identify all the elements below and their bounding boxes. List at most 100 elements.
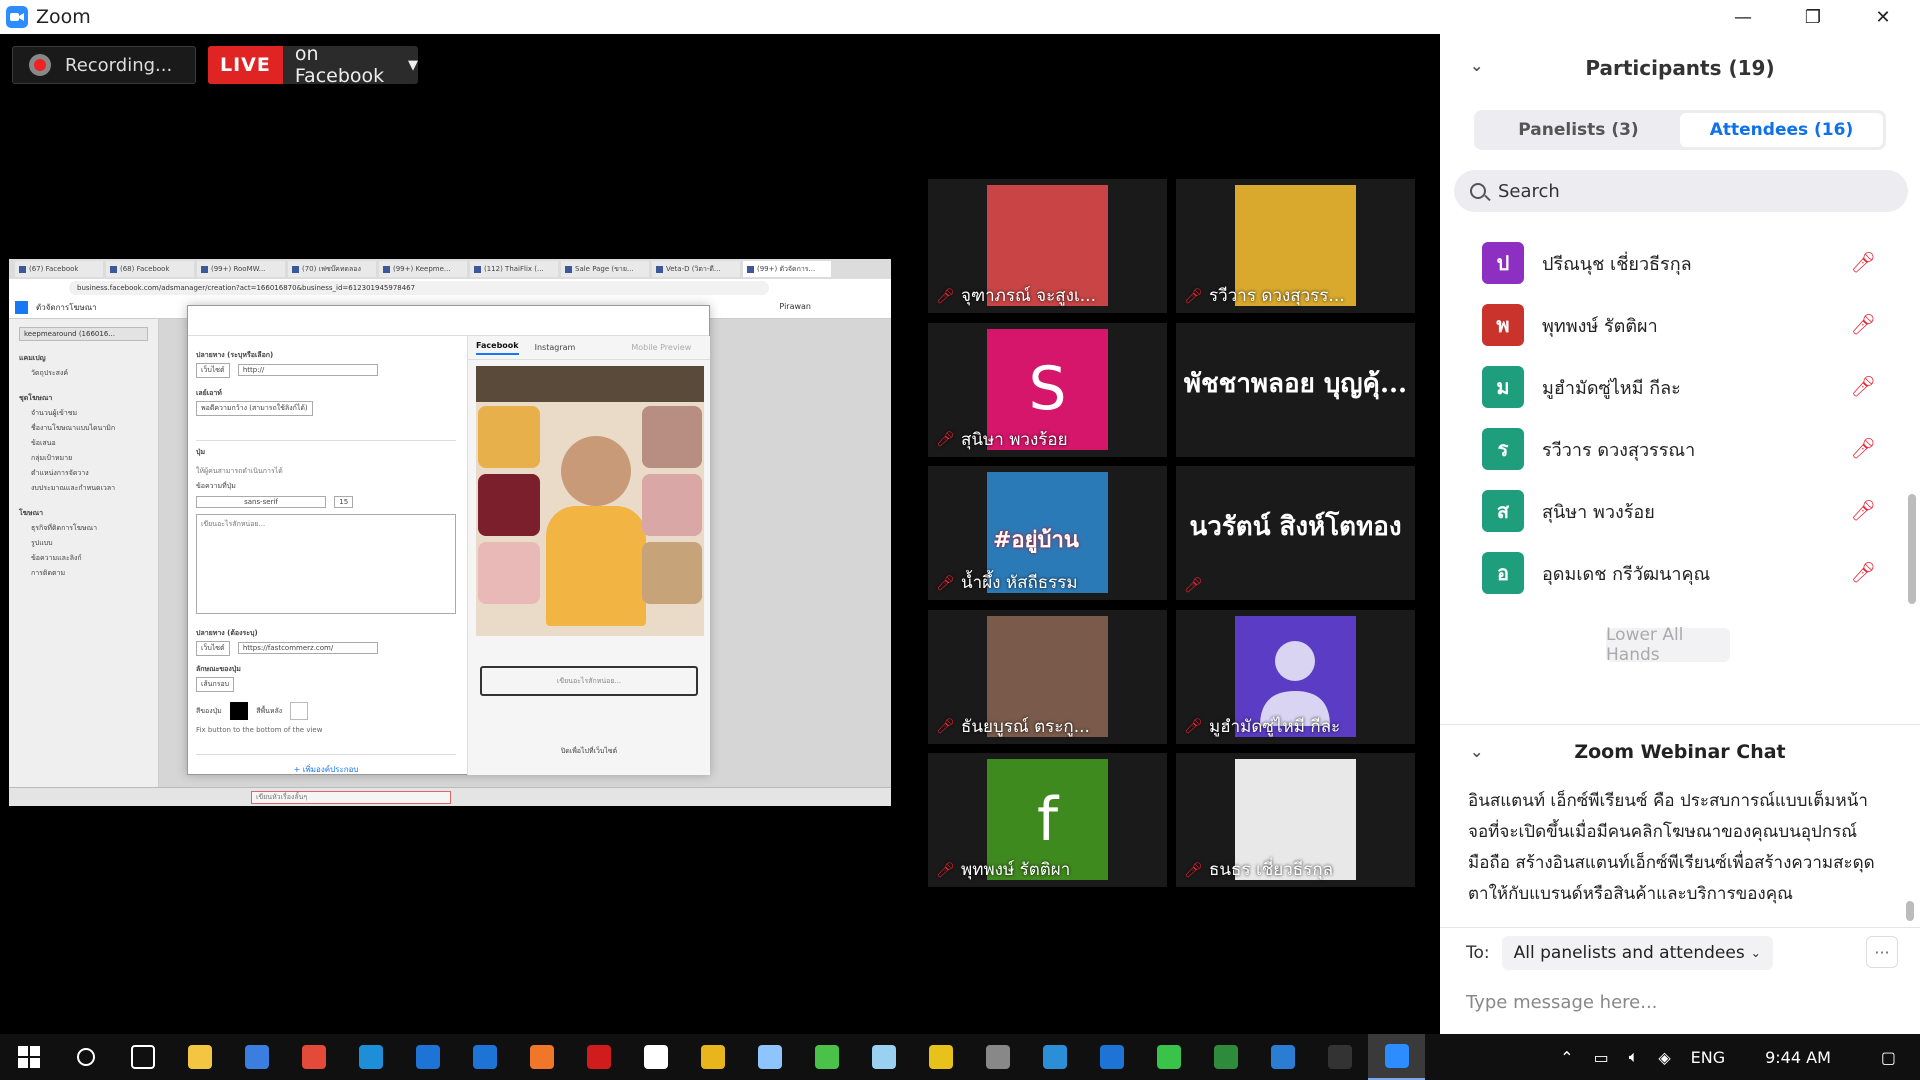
participant-row[interactable]: พ พุทพงษ์ รัตติผา 🎤︎ <box>1440 294 1906 356</box>
participant-name: สุนิษา พวงร้อย <box>961 429 1068 450</box>
task-view-taskbar-button[interactable] <box>114 1034 171 1080</box>
vscode-taskbar-button[interactable] <box>1254 1034 1311 1080</box>
video-tile[interactable]: 🎤︎ รวีวาร ดวงสุวรร... <box>1176 179 1415 313</box>
maximize-button[interactable]: ❐ <box>1778 0 1848 34</box>
zoom-taskbar-button[interactable] <box>1368 1034 1425 1080</box>
chevron-down-icon[interactable]: ⌄ <box>1470 56 1483 75</box>
clock[interactable]: 9:44 AM <box>1765 1048 1831 1067</box>
chat-more-button[interactable]: ··· <box>1866 936 1898 968</box>
xbox-taskbar-button[interactable] <box>1197 1034 1254 1080</box>
browser-tab-label: (67) Facebook <box>29 265 79 273</box>
photo-caption: #อยู่บ้าน <box>993 528 1079 553</box>
recipient-dropdown[interactable]: All panelists and attendees ⌄ <box>1501 935 1773 970</box>
button-color-swatch <box>229 702 248 720</box>
close-button[interactable]: ✕ <box>1848 0 1918 34</box>
muted-mic-icon[interactable]: 🎤︎ <box>1851 250 1876 274</box>
video-tile[interactable]: f 🎤︎ พุทพงษ์ รัตติผา <box>928 753 1167 887</box>
battery-icon[interactable]: ▭ <box>1594 1048 1609 1067</box>
participant-name-label: 🎤︎ มูฮำมัดซู่ไหมี กีละ <box>1184 713 1340 740</box>
fb-toolbar-title: ตัวจัดการโฆษณา <box>36 303 97 312</box>
avatar: อ <box>1482 552 1524 594</box>
muted-mic-icon[interactable]: 🎤︎ <box>1851 560 1876 584</box>
firefox-taskbar-button[interactable] <box>513 1034 570 1080</box>
chrome-taskbar-button[interactable] <box>684 1034 741 1080</box>
muted-mic-icon[interactable]: 🎤︎ <box>1851 374 1876 398</box>
preview-panel: Facebook Instagram Mobile Preview เขียนอ… <box>467 336 710 775</box>
line-taskbar-button[interactable] <box>1140 1034 1197 1080</box>
participant-row[interactable]: ป ปรีณนุช เชี่ยวธีรกุล 🎤︎ <box>1440 232 1906 294</box>
paint-taskbar-button[interactable] <box>741 1034 798 1080</box>
file-explorer-taskbar-button[interactable] <box>171 1034 228 1080</box>
chat-scroll-thumb[interactable] <box>1906 901 1914 921</box>
live-stream-dropdown[interactable]: LIVE on Facebook ▼ <box>208 43 418 87</box>
participant-name: ปรีณนุช เชี่ยวธีรกุล <box>1542 253 1692 275</box>
chevron-down-icon[interactable]: ⌄ <box>1470 742 1483 761</box>
tank-taskbar-button[interactable] <box>969 1034 1026 1080</box>
minimize-icon: — <box>1734 6 1752 28</box>
video-tile[interactable]: 🎤︎ ธันยบูรณ์ ตระกู... <box>928 609 1167 744</box>
participants-title: Participants (19) <box>1585 56 1775 80</box>
muted-mic-icon: 🎤︎ <box>936 717 956 735</box>
gift-taskbar-button[interactable] <box>285 1034 342 1080</box>
participant-scrollbar[interactable] <box>1908 224 1916 604</box>
video-tile[interactable]: #อยู่บ้าน 🎤︎ น้ำผึ้ง หัสถีธรรม <box>928 466 1167 600</box>
video-tile[interactable]: 🎤︎ จุฑาภรณ์ จะสูงเ... <box>928 179 1167 313</box>
notes-taskbar-button[interactable] <box>855 1034 912 1080</box>
network-taskbar-button[interactable] <box>1026 1034 1083 1080</box>
tab-attendees[interactable]: Attendees (16) <box>1680 113 1883 147</box>
chat-message-input[interactable]: Type message here... <box>1466 992 1657 1013</box>
remote-desktop-taskbar-button[interactable] <box>342 1034 399 1080</box>
edge-taskbar-button[interactable] <box>456 1034 513 1080</box>
video-tile[interactable]: พัชชาพลอย บุญคุ้... <box>1176 322 1415 457</box>
video-tile[interactable]: S 🎤︎ สุนิษา พวงร้อย <box>928 322 1167 457</box>
chat-header: ⌄ Zoom Webinar Chat <box>1440 724 1920 778</box>
mail-taskbar-button[interactable] <box>399 1034 456 1080</box>
language-indicator[interactable]: ENG <box>1691 1048 1725 1067</box>
muted-mic-icon: 🎤︎ <box>936 286 956 305</box>
netflix-icon <box>586 1045 611 1069</box>
participant-search-input[interactable]: Search <box>1454 170 1908 212</box>
dest-select: เว็บไซต์ <box>196 363 230 378</box>
chat-scrollbar[interactable] <box>1906 786 1914 926</box>
lower-all-hands-button[interactable]: Lower All Hands <box>1606 625 1730 665</box>
muted-mic-icon[interactable]: 🎤︎ <box>1851 498 1876 522</box>
store-taskbar-button[interactable] <box>228 1034 285 1080</box>
participant-row[interactable]: ร รวีวาร ดวงสุวรรณา 🎤︎ <box>1440 418 1906 480</box>
search-taskbar-button[interactable] <box>57 1034 114 1080</box>
paint-icon <box>757 1045 782 1069</box>
muted-mic-icon[interactable]: 🎤︎ <box>1851 312 1876 336</box>
participant-row[interactable]: อ อุดมเดช กรีวัฒนาคุณ 🎤︎ <box>1440 542 1906 604</box>
headline-input: เขียนหัวเรื่องลั้นๆ <box>251 791 451 804</box>
participant-row[interactable]: ส สุนิษา พวงร้อย 🎤︎ <box>1440 480 1906 542</box>
volume-icon[interactable]: 🔈︎ <box>1629 1047 1639 1067</box>
terminal-taskbar-button[interactable] <box>1311 1034 1368 1080</box>
onedrive-taskbar-button[interactable] <box>1083 1034 1140 1080</box>
browser-tab-label: (70) เฟซบ๊คทดลอง <box>302 264 361 273</box>
participant-row[interactable]: ม มูฮำมัดซู่ไหมี กีละ 🎤︎ <box>1440 356 1906 418</box>
remote-desktop-icon <box>358 1045 383 1069</box>
muted-mic-icon[interactable]: 🎤︎ <box>1851 436 1876 460</box>
chevron-up-icon[interactable]: ⌃ <box>1560 1048 1573 1067</box>
ads-nav-item: ชื่องานโฆษณาแบบไดนามิก <box>31 424 116 432</box>
video-tile[interactable]: นวรัตน์ สิงห์โตทอง 🎤︎ <box>1176 466 1415 600</box>
recording-indicator[interactable]: Recording... <box>12 46 196 84</box>
minimize-button[interactable]: — <box>1708 0 1778 34</box>
wechat-taskbar-button[interactable] <box>798 1034 855 1080</box>
video-tile[interactable]: 🎤︎ ธนธร เชี่ยวธีรกุล <box>1176 753 1415 887</box>
muted-mic-icon: 🎤︎ <box>936 573 956 592</box>
preview-mode: Mobile Preview <box>631 343 692 352</box>
tab-panelists[interactable]: Panelists (3) <box>1477 113 1680 147</box>
dropbox-icon[interactable]: ◈ <box>1658 1048 1670 1067</box>
game-taskbar-button[interactable] <box>627 1034 684 1080</box>
scroll-thumb[interactable] <box>1908 494 1916 604</box>
browser-tab-label: (68) Facebook <box>120 265 170 273</box>
zoom-icon <box>1384 1044 1409 1068</box>
vscode-icon <box>1270 1045 1295 1069</box>
windows-start-taskbar-button[interactable] <box>0 1034 57 1080</box>
netflix-taskbar-button[interactable] <box>570 1034 627 1080</box>
video-tile[interactable]: 🎤︎ มูฮำมัดซู่ไหมี กีละ <box>1176 609 1415 744</box>
line-icon <box>1156 1045 1181 1069</box>
windows-start-icon <box>17 1045 41 1069</box>
notification-icon[interactable]: ▢ <box>1881 1048 1896 1067</box>
money-taskbar-button[interactable] <box>912 1034 969 1080</box>
